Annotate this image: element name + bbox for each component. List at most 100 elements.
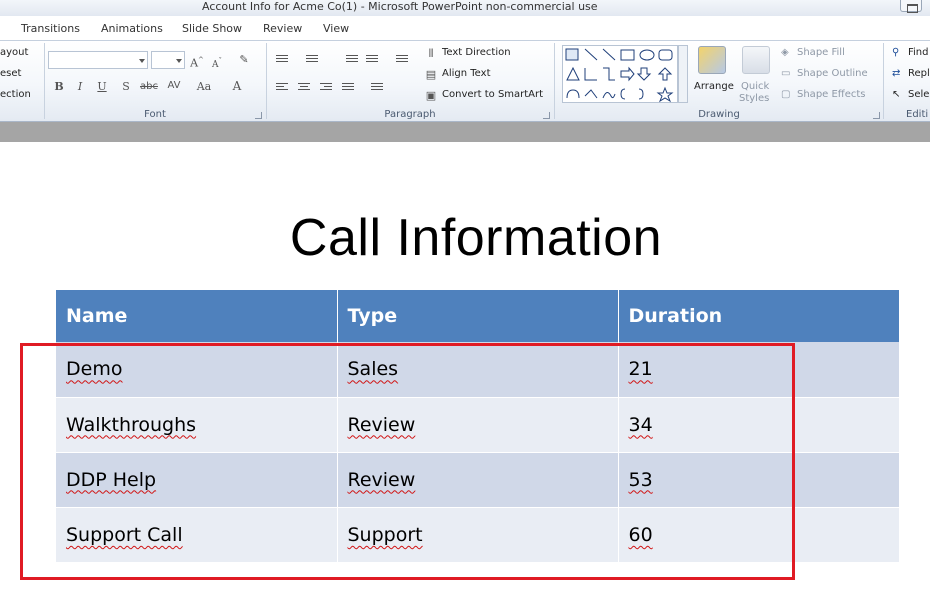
table-header-row: Name Type Duration bbox=[56, 290, 899, 342]
table-cell[interactable]: Walkthroughs bbox=[56, 396, 337, 452]
underline-button[interactable]: U bbox=[95, 80, 109, 94]
table-row: DDP Help Review 53 bbox=[56, 451, 899, 507]
table-row: Walkthroughs Review 34 bbox=[56, 396, 899, 452]
replace-icon: ⇄ bbox=[892, 68, 901, 79]
select-icon: ↖ bbox=[892, 89, 901, 100]
shape-outline-button[interactable]: Shape Outline bbox=[797, 68, 868, 79]
line-spacing-icon[interactable] bbox=[396, 55, 408, 65]
text-direction-button[interactable]: Text Direction bbox=[442, 47, 511, 58]
align-right-icon[interactable] bbox=[320, 83, 332, 93]
change-case-button[interactable]: Aa bbox=[193, 80, 215, 94]
layout-button[interactable]: ayout bbox=[0, 47, 28, 58]
arrange-icon[interactable] bbox=[698, 46, 726, 74]
table-cell[interactable]: Review bbox=[336, 451, 618, 507]
ribbon-tab-row: Transitions Animations Slide Show Review… bbox=[0, 16, 930, 40]
table-cell[interactable]: 21 bbox=[617, 342, 899, 397]
cell-type: Support bbox=[347, 523, 423, 546]
shape-fill-icon: ◈ bbox=[781, 47, 789, 58]
character-spacing-button[interactable]: AV bbox=[163, 79, 185, 93]
table-cell[interactable]: Sales bbox=[336, 342, 618, 397]
bullets-icon[interactable] bbox=[276, 55, 288, 65]
shapes-gallery[interactable] bbox=[562, 45, 678, 103]
align-center-icon[interactable] bbox=[298, 83, 310, 93]
tab-review[interactable]: Review bbox=[263, 22, 302, 35]
font-color-button[interactable]: A bbox=[230, 79, 244, 93]
cell-name: Walkthroughs bbox=[66, 413, 197, 436]
strikethrough-button[interactable]: abc bbox=[139, 80, 159, 94]
bold-button[interactable]: B bbox=[52, 80, 66, 94]
decrease-indent-icon[interactable] bbox=[346, 55, 358, 65]
quick-styles-label-1[interactable]: Quick bbox=[741, 81, 769, 92]
shadow-button[interactable]: S bbox=[119, 80, 133, 94]
quick-styles-label-2[interactable]: Styles bbox=[739, 93, 769, 104]
text-direction-icon: ⫴ bbox=[428, 47, 434, 60]
call-info-table[interactable]: Name Type Duration Demo Sales 21 Walkthr… bbox=[56, 290, 899, 562]
paragraph-group-label: Paragraph bbox=[384, 109, 436, 120]
table-cell[interactable]: 53 bbox=[617, 451, 899, 507]
font-group: A^ Aˇ ✎ B I U S abc AV Aa A Font bbox=[45, 41, 265, 122]
cell-duration: 53 bbox=[628, 468, 653, 491]
title-bar: Account Info for Acme Co(1) - Microsoft … bbox=[0, 0, 930, 16]
shrink-font-icon[interactable]: Aˇ bbox=[210, 54, 224, 72]
grow-font-icon[interactable]: A^ bbox=[190, 53, 204, 71]
slides-group: ayout eset ection bbox=[0, 41, 42, 122]
chevron-down-icon bbox=[139, 59, 145, 63]
drawing-group-label: Drawing bbox=[698, 109, 740, 120]
header-type[interactable]: Type bbox=[336, 290, 618, 342]
table-cell[interactable]: Demo bbox=[56, 342, 337, 397]
arrange-button[interactable]: Arrange bbox=[694, 81, 734, 92]
cell-duration: 21 bbox=[628, 358, 653, 381]
clear-formatting-icon[interactable]: ✎ bbox=[237, 53, 251, 67]
italic-button[interactable]: I bbox=[73, 80, 87, 94]
align-left-icon[interactable] bbox=[276, 83, 288, 93]
find-button[interactable]: Find bbox=[908, 47, 929, 58]
cell-type: Review bbox=[347, 468, 416, 491]
slide-canvas[interactable]: Call Information Name Type Duration Demo… bbox=[0, 142, 930, 612]
reset-button[interactable]: eset bbox=[0, 68, 21, 79]
table-cell[interactable]: Support Call bbox=[56, 506, 337, 562]
find-icon: ⚲ bbox=[892, 47, 900, 58]
table-cell[interactable]: Review bbox=[336, 396, 618, 452]
tab-animations[interactable]: Animations bbox=[101, 22, 163, 35]
numbering-icon[interactable] bbox=[306, 55, 318, 65]
shape-outline-icon: ▭ bbox=[781, 68, 791, 79]
table-cell[interactable]: Support bbox=[336, 506, 618, 562]
quick-styles-icon[interactable] bbox=[742, 46, 770, 74]
shape-effects-button[interactable]: Shape Effects bbox=[797, 89, 865, 100]
tab-view[interactable]: View bbox=[323, 22, 349, 35]
table-cell[interactable]: DDP Help bbox=[56, 451, 337, 507]
window-title: Account Info for Acme Co(1) - Microsoft … bbox=[202, 0, 598, 13]
align-text-button[interactable]: Align Text bbox=[442, 68, 491, 79]
cell-name: Support Call bbox=[66, 523, 183, 546]
justify-icon[interactable] bbox=[342, 83, 354, 93]
table-row: Support Call Support 60 bbox=[56, 506, 899, 562]
columns-icon[interactable] bbox=[371, 83, 383, 93]
table-cell[interactable]: 60 bbox=[617, 506, 899, 562]
dialog-launcher-icon[interactable] bbox=[543, 112, 550, 119]
smartart-icon: ▣ bbox=[425, 89, 437, 102]
table-row: Demo Sales 21 bbox=[56, 342, 899, 397]
increase-indent-icon[interactable] bbox=[366, 55, 378, 65]
maximize-button[interactable] bbox=[900, 0, 922, 13]
cell-type: Sales bbox=[347, 358, 399, 381]
select-button[interactable]: Sele bbox=[908, 89, 929, 100]
tab-transitions[interactable]: Transitions bbox=[21, 22, 80, 35]
shape-fill-button[interactable]: Shape Fill bbox=[797, 47, 845, 58]
editing-group: ⚲ Find ⇄ Repl ↖ Sele Editi bbox=[884, 41, 930, 122]
replace-button[interactable]: Repl bbox=[908, 68, 930, 79]
font-name-combo[interactable] bbox=[48, 51, 148, 69]
section-button[interactable]: ection bbox=[0, 89, 31, 100]
tab-slide-show[interactable]: Slide Show bbox=[182, 22, 242, 35]
dialog-launcher-icon[interactable] bbox=[873, 112, 880, 119]
cell-name: Demo bbox=[66, 358, 123, 381]
slide-title[interactable]: Call Information bbox=[0, 208, 930, 268]
gallery-scrollbar[interactable] bbox=[678, 45, 688, 103]
shape-effects-icon: ▢ bbox=[781, 89, 791, 100]
convert-smartart-button[interactable]: Convert to SmartArt bbox=[442, 89, 543, 100]
header-name[interactable]: Name bbox=[56, 290, 337, 342]
cell-type: Review bbox=[347, 413, 416, 436]
header-duration[interactable]: Duration bbox=[617, 290, 899, 342]
table-cell[interactable]: 34 bbox=[617, 396, 899, 452]
dialog-launcher-icon[interactable] bbox=[255, 112, 262, 119]
font-size-combo[interactable] bbox=[151, 51, 185, 69]
